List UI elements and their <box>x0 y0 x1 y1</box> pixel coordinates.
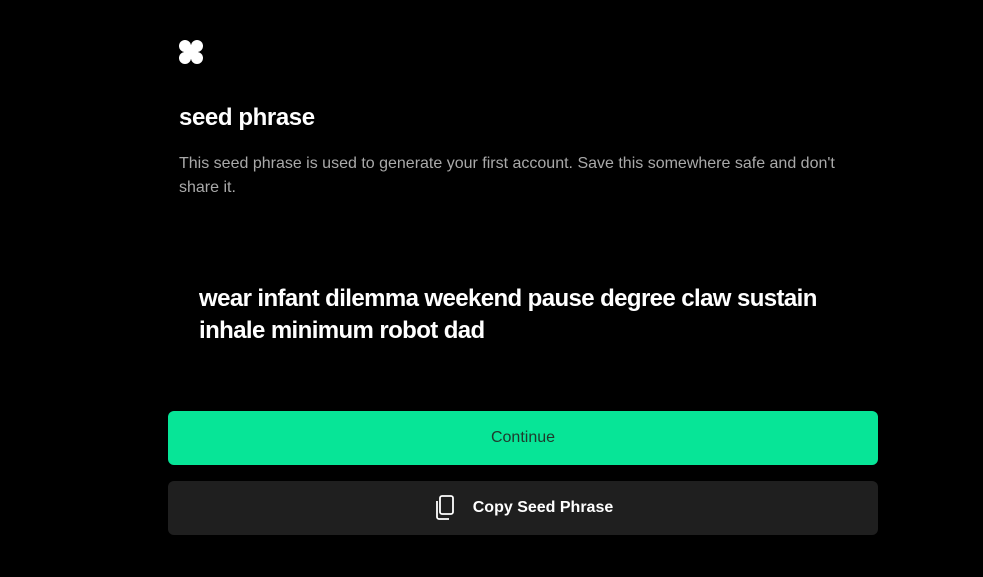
page-description: This seed phrase is used to generate you… <box>179 155 835 196</box>
app-logo-icon <box>179 40 203 64</box>
copy-seed-phrase-label: Copy Seed Phrase <box>472 499 614 516</box>
continue-button[interactable]: Continue <box>168 411 878 465</box>
seed-phrase-screen: seed phrase This seed phrase is used to … <box>0 0 983 577</box>
page-title: seed phrase <box>179 104 315 131</box>
seed-phrase-text: wear infant dilemma weekend pause degree… <box>199 285 817 344</box>
copy-seed-phrase-button[interactable]: Copy Seed Phrase <box>168 481 878 535</box>
continue-button-label: Continue <box>490 429 556 446</box>
copy-icon <box>433 495 457 521</box>
